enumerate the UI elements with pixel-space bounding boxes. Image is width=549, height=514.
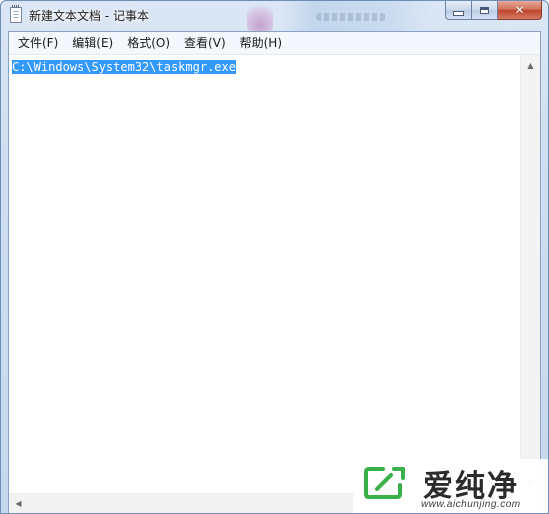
vertical-scrollbar[interactable]: ▲ ▼ — [520, 55, 540, 494]
menu-help[interactable]: 帮助(H) — [233, 33, 289, 53]
text-editor[interactable]: C:\Windows\System32\taskmgr.exe — [9, 55, 521, 494]
minimize-icon — [453, 11, 464, 16]
menu-file[interactable]: 文件(F) — [11, 33, 65, 53]
client-area: 文件(F) 编辑(E) 格式(O) 查看(V) 帮助(H) C:\Windows… — [8, 31, 541, 513]
caption-buttons: ✕ — [445, 1, 542, 20]
notepad-icon[interactable] — [10, 5, 22, 23]
notepad-window: 新建文本文档 - 记事本 ✕ 文件(F) 编辑(E) 格式(O) 查看(V) 帮… — [0, 0, 549, 514]
close-button[interactable]: ✕ — [498, 1, 542, 20]
scroll-up-icon[interactable]: ▲ — [521, 57, 540, 74]
title-bar[interactable]: 新建文本文档 - 记事本 ✕ — [1, 1, 548, 31]
maximize-icon — [480, 6, 489, 14]
scroll-left-icon[interactable]: ◀ — [9, 495, 28, 512]
watermark: 爱纯净 www.aichunjing.com — [353, 459, 548, 513]
aichunjing-logo-icon — [364, 467, 405, 499]
menu-view[interactable]: 查看(V) — [177, 33, 233, 53]
editor-line[interactable]: C:\Windows\System32\taskmgr.exe — [12, 60, 236, 75]
selected-text[interactable]: C:\Windows\System32\taskmgr.exe — [12, 60, 236, 74]
close-icon: ✕ — [514, 3, 525, 17]
menu-format[interactable]: 格式(O) — [120, 33, 177, 53]
menu-edit[interactable]: 编辑(E) — [65, 33, 120, 53]
maximize-button[interactable] — [472, 1, 498, 20]
minimize-button[interactable] — [445, 1, 472, 20]
menu-bar: 文件(F) 编辑(E) 格式(O) 查看(V) 帮助(H) — [9, 32, 540, 55]
window-title: 新建文本文档 - 记事本 — [29, 9, 149, 23]
watermark-url: www.aichunjing.com — [421, 499, 521, 510]
